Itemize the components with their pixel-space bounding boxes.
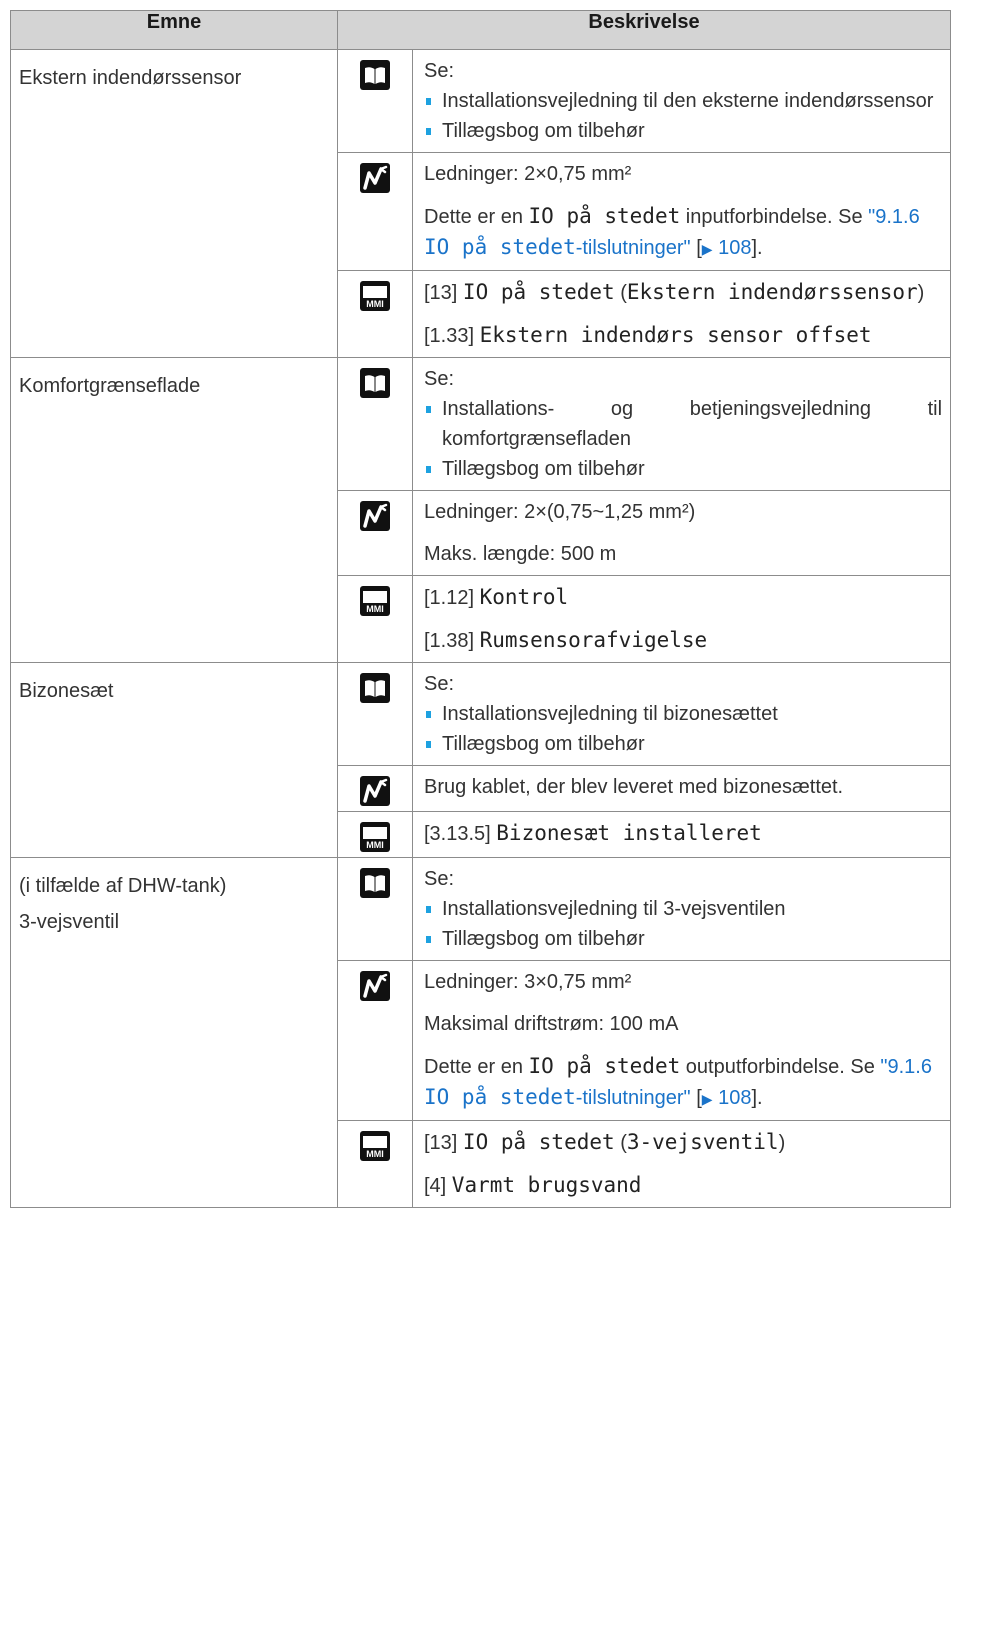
icon-cell xyxy=(337,960,413,1121)
description-cell: Ledninger: 2×0,75 mm² Dette er en IO på … xyxy=(411,152,952,271)
list-item: Installations- og betjeningsvejledning t… xyxy=(424,394,942,454)
page-ref-link[interactable]: ▶ 108 xyxy=(702,1087,752,1109)
table-header-row: Emne Beskrivelse xyxy=(10,10,952,50)
see-label: Se: xyxy=(424,868,455,890)
icon-cell: MMI xyxy=(337,575,413,663)
see-label: Se: xyxy=(424,368,455,390)
wiring-spec: Ledninger: 3×0,75 mm² xyxy=(424,971,632,993)
book-icon xyxy=(360,673,390,703)
table-row: Ekstern indendørssensor Se: Installation… xyxy=(10,49,952,358)
wiring-icon xyxy=(360,501,390,531)
description-cell: [13] IO på stedet (Ekstern indendørssens… xyxy=(411,270,952,358)
list-item: Installationsvejledning til den eksterne… xyxy=(424,86,942,116)
description-cell: [1.12] Kontrol [1.38] Rumsensorafvigelse xyxy=(411,575,952,663)
topic-label: Bizonesæt xyxy=(19,680,114,702)
header-emne: Emne xyxy=(10,10,338,50)
book-icon xyxy=(360,60,390,90)
connection-note: Dette er en IO på stedet inputforbindels… xyxy=(424,204,920,259)
book-icon xyxy=(360,368,390,398)
menu-setting: [1.33] Ekstern indendørs sensor offset xyxy=(424,323,872,347)
topic-cell: Bizonesæt xyxy=(10,662,338,858)
list-item: Tillægsbog om tilbehør xyxy=(424,454,942,484)
icon-cell xyxy=(337,765,413,812)
menu-setting: [1.12] Kontrol xyxy=(424,585,569,609)
topic-label: Komfortgrænseflade xyxy=(19,375,201,397)
icon-cell: MMI xyxy=(337,811,413,858)
mmi-icon: MMI xyxy=(360,281,390,311)
list-item: Installationsvejledning til bizonesættet xyxy=(424,699,942,729)
icon-cell xyxy=(337,152,413,271)
see-label: Se: xyxy=(424,60,455,82)
icon-cell xyxy=(337,857,413,961)
wiring-spec: Ledninger: 2×(0,75~1,25 mm²) xyxy=(424,501,696,523)
icon-cell xyxy=(337,662,413,766)
description-cell: [3.13.5] Bizonesæt installeret xyxy=(411,811,952,858)
list-item: Installationsvejledning til 3-vejsventil… xyxy=(424,894,942,924)
topic-label: 3-vejsventil xyxy=(19,911,120,933)
arrow-right-icon: ▶ xyxy=(701,241,713,257)
description-cell: Brug kablet, der blev leveret med bizone… xyxy=(411,765,952,812)
wiring-spec: Brug kablet, der blev leveret med bizone… xyxy=(424,776,844,798)
description-cell: Se: Installationsvejledning til den ekst… xyxy=(411,49,952,153)
mmi-icon: MMI xyxy=(360,822,390,852)
mmi-icon: MMI xyxy=(360,1131,390,1161)
connection-note: Dette er en IO på stedet outputforbindel… xyxy=(424,1054,932,1109)
description-cell: Se: Installationsvejledning til bizonesæ… xyxy=(411,662,952,766)
see-label: Se: xyxy=(424,673,455,695)
menu-setting: [1.38] Rumsensorafvigelse xyxy=(424,628,708,652)
topic-cell: Komfortgrænseflade xyxy=(10,357,338,663)
table-row: (i tilfælde af DHW-tank) 3-vejsventil Se… xyxy=(10,857,952,1208)
description-cell: Ledninger: 3×0,75 mm² Maksimal driftstrø… xyxy=(411,960,952,1121)
icon-cell xyxy=(337,490,413,576)
max-length: Maks. længde: 500 m xyxy=(424,543,617,565)
description-cell: [13] IO på stedet (3-vejsventil) [4] Var… xyxy=(411,1120,952,1208)
topic-label: (i tilfælde af DHW-tank) xyxy=(19,875,227,897)
table-row: Bizonesæt Se: Installationsvejledning ti… xyxy=(10,662,952,858)
list-item: Tillægsbog om tilbehør xyxy=(424,729,942,759)
icon-cell: MMI xyxy=(337,270,413,358)
wiring-icon xyxy=(360,971,390,1001)
menu-setting: [4] Varmt brugsvand xyxy=(424,1173,642,1197)
list-item: Tillægsbog om tilbehør xyxy=(424,924,942,954)
book-icon xyxy=(360,868,390,898)
page-ref-link[interactable]: ▶ 108 xyxy=(702,237,752,259)
icon-cell xyxy=(337,49,413,153)
topic-label: Ekstern indendørssensor xyxy=(19,67,242,89)
wiring-icon xyxy=(360,163,390,193)
menu-setting: [13] IO på stedet (Ekstern indendørssens… xyxy=(424,280,925,304)
description-cell: Se: Installations- og betjeningsvejledni… xyxy=(411,357,952,491)
wiring-spec: Ledninger: 2×0,75 mm² xyxy=(424,163,632,185)
spec-table: Emne Beskrivelse Ekstern indendørssensor… xyxy=(10,10,952,1208)
description-cell: Se: Installationsvejledning til 3-vejsve… xyxy=(411,857,952,961)
topic-cell: (i tilfælde af DHW-tank) 3-vejsventil xyxy=(10,857,338,1208)
icon-cell xyxy=(337,357,413,491)
icon-cell: MMI xyxy=(337,1120,413,1208)
max-current: Maksimal driftstrøm: 100 mA xyxy=(424,1013,679,1035)
table-row: Komfortgrænseflade Se: Installations- og… xyxy=(10,357,952,663)
topic-cell: Ekstern indendørssensor xyxy=(10,49,338,358)
menu-setting: [3.13.5] Bizonesæt installeret xyxy=(424,821,762,845)
mmi-icon: MMI xyxy=(360,586,390,616)
header-beskrivelse: Beskrivelse xyxy=(336,10,952,50)
arrow-right-icon: ▶ xyxy=(701,1091,713,1107)
list-item: Tillægsbog om tilbehør xyxy=(424,116,942,146)
description-cell: Ledninger: 2×(0,75~1,25 mm²) Maks. længd… xyxy=(411,490,952,576)
menu-setting: [13] IO på stedet (3-vejsventil) xyxy=(424,1130,786,1154)
wiring-icon xyxy=(360,776,390,806)
